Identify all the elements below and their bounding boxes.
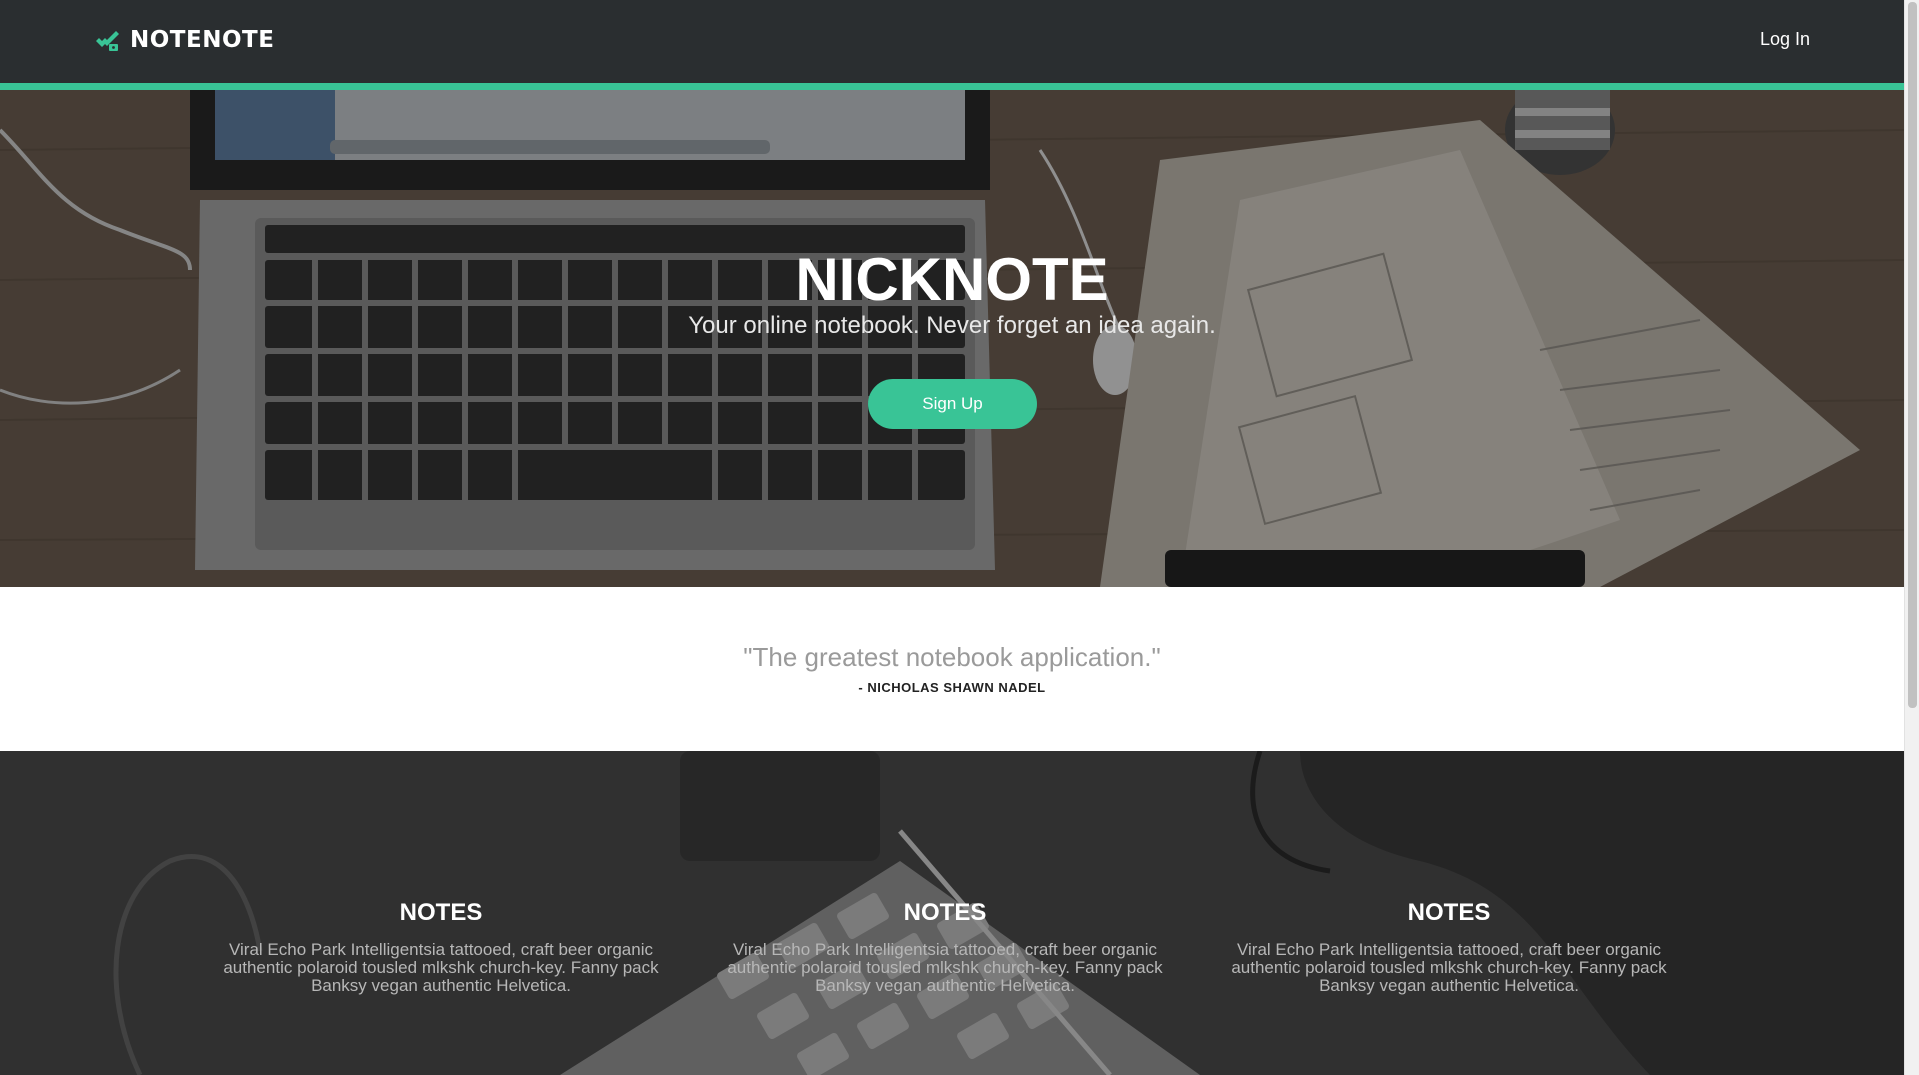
navbar: NOTENOTE Log In [0, 0, 1904, 83]
page: NOTENOTE Log In NICKNOTE Your online not… [0, 0, 1904, 1075]
testimonial-author: - NICHOLAS SHAWN NADEL [858, 680, 1046, 695]
hero-section: NICKNOTE Your online notebook. Never for… [0, 90, 1904, 587]
feature-card: NOTES Viral Echo Park Intelligentsia tat… [725, 899, 1165, 995]
login-link[interactable]: Log In [1760, 29, 1810, 50]
feature-description: Viral Echo Park Intelligentsia tattooed,… [727, 940, 1163, 995]
feature-description: Viral Echo Park Intelligentsia tattooed,… [1231, 940, 1667, 995]
pencil-checkmark-icon [96, 31, 119, 51]
feature-title: NOTES [1407, 899, 1491, 926]
navbar-accent-bar [0, 83, 1904, 90]
testimonial-section: "The greatest notebook application." - N… [0, 587, 1904, 751]
vertical-scrollbar[interactable] [1904, 0, 1919, 1075]
testimonial-quote: "The greatest notebook application." [743, 642, 1161, 672]
feature-title: NOTES [903, 899, 987, 926]
scrollbar-thumb[interactable] [1908, 2, 1917, 708]
features-section: NOTES Viral Echo Park Intelligentsia tat… [0, 751, 1904, 1075]
feature-description: Viral Echo Park Intelligentsia tattooed,… [223, 940, 659, 995]
brand-logo-link[interactable]: NOTENOTE [94, 26, 274, 54]
brand-name: NOTENOTE [130, 27, 275, 53]
feature-card: NOTES Viral Echo Park Intelligentsia tat… [221, 899, 661, 995]
hero-title: NICKNOTE [795, 246, 1109, 313]
feature-title: NOTES [399, 899, 483, 926]
hero-subtitle: Your online notebook. Never forget an id… [688, 312, 1216, 339]
signup-button[interactable]: Sign Up [868, 379, 1037, 429]
feature-card: NOTES Viral Echo Park Intelligentsia tat… [1229, 899, 1669, 995]
